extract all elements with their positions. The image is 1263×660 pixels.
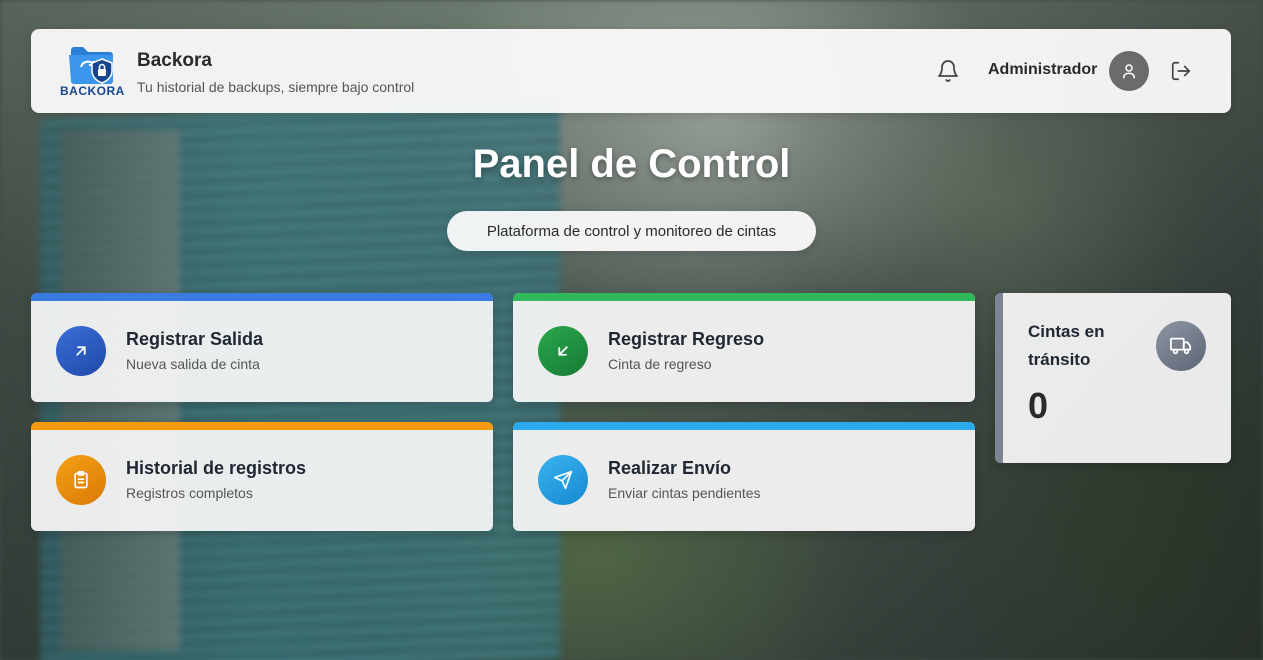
card-subtitle: Enviar cintas pendientes [608, 485, 761, 501]
card-accent-bar [513, 293, 975, 301]
card-subtitle: Cinta de regreso [608, 356, 712, 372]
notifications-bell-icon[interactable] [936, 59, 960, 83]
card-title: Realizar Envío [608, 458, 732, 478]
page-title: Panel de Control [472, 142, 791, 186]
card-title: Historial de registros [126, 458, 307, 478]
arrow-down-left-icon [538, 326, 588, 376]
card-accent-bar [995, 293, 1003, 463]
top-header: BACKORA Backora Tu historial de backups,… [31, 29, 1231, 113]
card-accent-bar [513, 422, 975, 430]
card-registrar-regreso[interactable]: Registrar Regreso Cinta de regreso [513, 293, 975, 402]
truck-icon [1156, 321, 1206, 371]
card-registrar-salida[interactable]: Registrar Salida Nueva salida de cinta [31, 293, 493, 402]
card-realizar-envio[interactable]: Realizar Envío Enviar cintas pendientes [513, 422, 975, 531]
page-subtitle: Plataforma de control y monitoreo de cin… [447, 211, 816, 251]
send-icon [538, 455, 588, 505]
card-historial-registros[interactable]: Historial de registros Registros complet… [31, 422, 493, 531]
card-title: Registrar Salida [126, 329, 264, 349]
card-subtitle: Registros completos [126, 485, 253, 501]
folder-lock-icon [69, 47, 113, 84]
card-accent-bar [31, 293, 493, 301]
user-avatar[interactable] [1109, 51, 1149, 91]
card-subtitle: Nueva salida de cinta [126, 356, 260, 372]
arrow-up-right-icon [56, 326, 106, 376]
transit-summary-card: Cintas en tránsito 0 [995, 293, 1231, 463]
logo-text: BACKORA [60, 84, 125, 98]
card-accent-bar [31, 422, 493, 430]
transit-count: 0 [1028, 385, 1049, 426]
brand-subtitle: Tu historial de backups, siempre bajo co… [137, 79, 415, 95]
transit-title: Cintas en tránsito [1028, 322, 1105, 369]
logout-icon[interactable] [1170, 60, 1192, 82]
brand-title: Backora [137, 50, 212, 71]
clipboard-icon [56, 455, 106, 505]
user-name[interactable]: Administrador [988, 61, 1097, 79]
card-title: Registrar Regreso [608, 329, 765, 349]
user-icon [1123, 64, 1135, 79]
